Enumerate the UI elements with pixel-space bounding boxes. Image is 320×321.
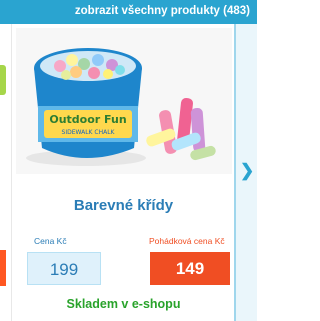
- product-title[interactable]: Barevné křídy: [12, 197, 235, 214]
- bucket-brand-text: Outdoor Fun: [49, 113, 126, 126]
- product-card[interactable]: Outdoor Fun SIDEWALK CHALK Barevné křídy…: [11, 24, 235, 321]
- fairy-price-label: Pohádková cena Kč: [149, 236, 225, 246]
- fairy-price: 149: [150, 252, 230, 285]
- product-image[interactable]: Outdoor Fun SIDEWALK CHALK: [16, 28, 232, 174]
- previous-product-image-partial: [0, 65, 6, 95]
- show-all-products-label: zobrazit všechny produkty (483): [74, 5, 250, 17]
- price-label: Cena Kč: [34, 236, 67, 246]
- previous-price-box-partial: [0, 250, 6, 286]
- bucket-sub-text: SIDEWALK CHALK: [62, 129, 116, 136]
- next-product-button[interactable]: ❯: [234, 24, 257, 321]
- stock-status: Skladem v e-shopu: [66, 297, 181, 311]
- chalk-bucket-illustration: Outdoor Fun SIDEWALK CHALK: [26, 48, 216, 166]
- regular-price: 199: [27, 252, 101, 285]
- show-all-products-link[interactable]: zobrazit všechny produkty (483): [0, 0, 257, 24]
- chevron-right-icon: ❯: [240, 161, 255, 180]
